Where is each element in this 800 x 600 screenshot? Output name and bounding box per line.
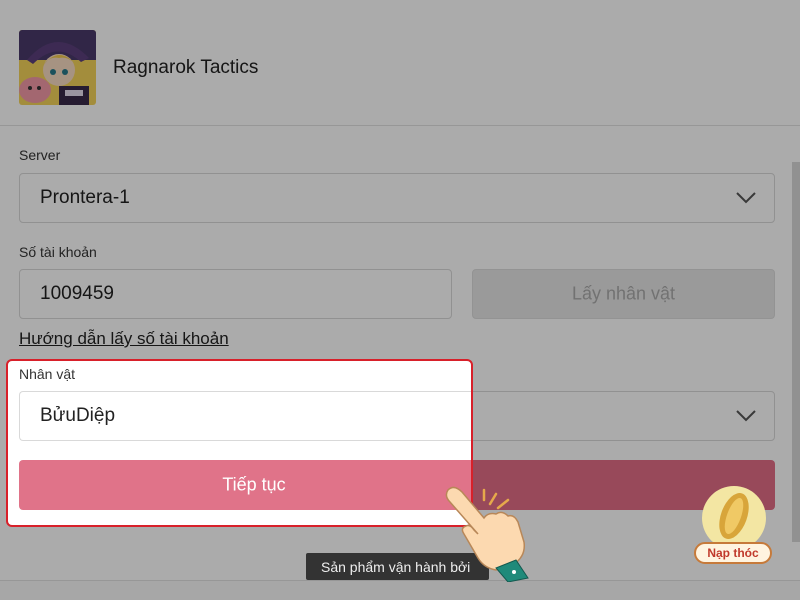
bottom-nav — [0, 580, 800, 600]
character-label: Nhân vật — [19, 366, 76, 382]
chevron-down-icon — [736, 192, 756, 204]
character-value: BửuDiệp — [40, 405, 116, 426]
game-avatar-icon — [19, 30, 96, 105]
chevron-down-icon — [736, 410, 756, 422]
account-guide-link[interactable]: Hướng dẫn lấy số tài khoản — [19, 329, 229, 349]
account-value: 1009459 — [40, 283, 114, 304]
character-select[interactable]: BửuDiệp — [19, 391, 471, 441]
scrollbar[interactable] — [792, 162, 800, 542]
topup-button[interactable]: Nạp thóc — [694, 486, 774, 566]
highlight-box: Nhân vật BửuDiệp Tiếp tục — [6, 359, 473, 527]
get-character-label: Lấy nhân vật — [571, 283, 676, 304]
game-title: Ragnarok Tactics — [113, 57, 259, 78]
rice-grain-icon — [702, 486, 766, 550]
continue-label: Tiếp tục — [222, 474, 286, 495]
server-value: Prontera-1 — [40, 187, 130, 208]
topup-label: Nạp thóc — [694, 542, 772, 564]
get-character-button[interactable]: Lấy nhân vật — [472, 269, 775, 319]
pointing-hand-icon — [445, 486, 529, 582]
game-header: Ragnarok Tactics — [0, 0, 800, 126]
continue-button[interactable]: Tiếp tục — [19, 460, 471, 510]
server-select[interactable]: Prontera-1 — [19, 173, 775, 223]
server-label: Server — [19, 147, 61, 163]
account-label: Số tài khoản — [19, 244, 97, 260]
account-input[interactable]: 1009459 — [19, 269, 452, 319]
